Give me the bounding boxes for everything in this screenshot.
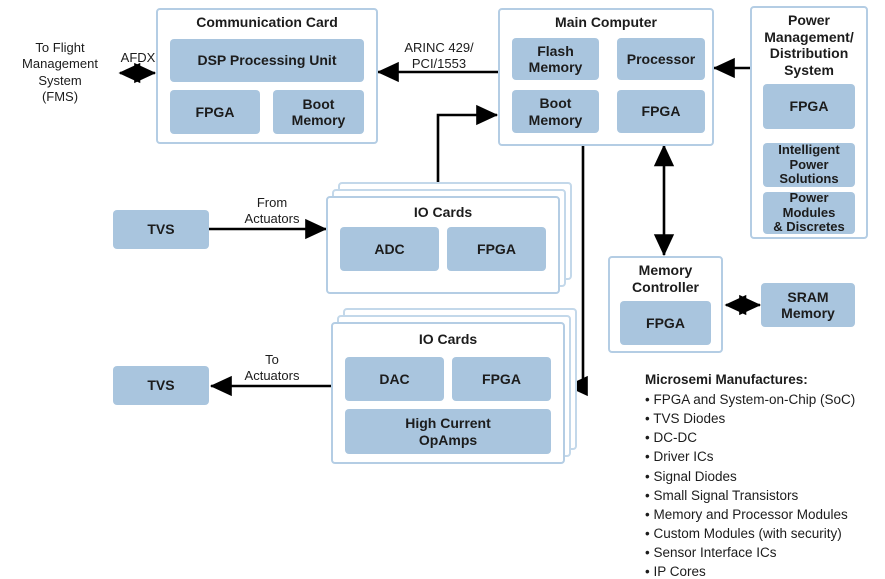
manufactures-title: Microsemi Manufactures: — [645, 372, 808, 387]
manufactures-item: • Signal Diodes — [645, 468, 737, 484]
module-high-current-opamps[interactable]: High Current OpAmps — [345, 409, 551, 454]
manufactures-item: • DC-DC — [645, 430, 697, 446]
module-io-input-fpga[interactable]: FPGA — [447, 227, 546, 271]
manufactures-item: • Driver ICs — [645, 449, 714, 465]
block-sram-memory[interactable]: SRAM Memory — [761, 283, 855, 327]
module-comm-fpga[interactable]: FPGA — [170, 90, 260, 134]
block-tvs-output[interactable]: TVS — [113, 366, 209, 405]
power-management-title: Power Management/ Distribution System — [764, 12, 854, 78]
memory-controller-title: Memory Controller — [632, 262, 699, 295]
manufactures-item: • Memory and Processor Modules — [645, 506, 848, 522]
main-computer-title: Main Computer — [555, 14, 657, 30]
module-power-fpga[interactable]: FPGA — [763, 84, 855, 129]
module-flash-memory[interactable]: Flash Memory — [512, 38, 599, 80]
module-processor[interactable]: Processor — [617, 38, 705, 80]
label-from-actuators: From Actuators — [244, 195, 300, 227]
label-flight-management-system: To Flight Management System (FMS) — [22, 40, 98, 104]
manufactures-item: • Sensor Interface ICs — [645, 545, 777, 561]
module-main-fpga[interactable]: FPGA — [617, 90, 705, 133]
manufactures-item: • Small Signal Transistors — [645, 487, 799, 503]
module-dsp-processing-unit[interactable]: DSP Processing Unit — [170, 39, 364, 82]
manufactures-item: • Custom Modules (with security) — [645, 526, 842, 542]
module-io-output-fpga[interactable]: FPGA — [452, 357, 551, 401]
io-cards-output-title: IO Cards — [418, 331, 478, 347]
label-to-actuators: To Actuators — [244, 352, 300, 384]
microsemi-manufactures-list: Microsemi Manufactures: • FPGA and Syste… — [645, 372, 885, 579]
module-dac[interactable]: DAC — [345, 357, 444, 401]
io-cards-input-title: IO Cards — [413, 204, 473, 220]
manufactures-item: • FPGA and System-on-Chip (SoC) — [645, 392, 856, 407]
label-arinc-pci-1553: ARINC 429/ PCI/1553 — [404, 40, 474, 72]
manufactures-item: • IP Cores — [645, 564, 706, 579]
module-comm-boot-memory[interactable]: Boot Memory — [273, 90, 364, 134]
manufactures-item: • TVS Diodes — [645, 411, 726, 427]
block-tvs-input[interactable]: TVS — [113, 210, 209, 249]
module-power-modules-and-discretes[interactable]: Power Modules & Discretes — [763, 190, 855, 234]
module-main-boot-memory[interactable]: Boot Memory — [512, 90, 599, 133]
communication-card-title: Communication Card — [196, 14, 338, 30]
module-memctrl-fpga[interactable]: FPGA — [620, 301, 711, 345]
module-adc[interactable]: ADC — [340, 227, 439, 271]
block-diagram-canvas: To Flight Management System (FMS) AFDX A… — [0, 0, 885, 579]
module-intelligent-power-solutions[interactable]: Intelligent Power Solutions — [763, 142, 855, 187]
